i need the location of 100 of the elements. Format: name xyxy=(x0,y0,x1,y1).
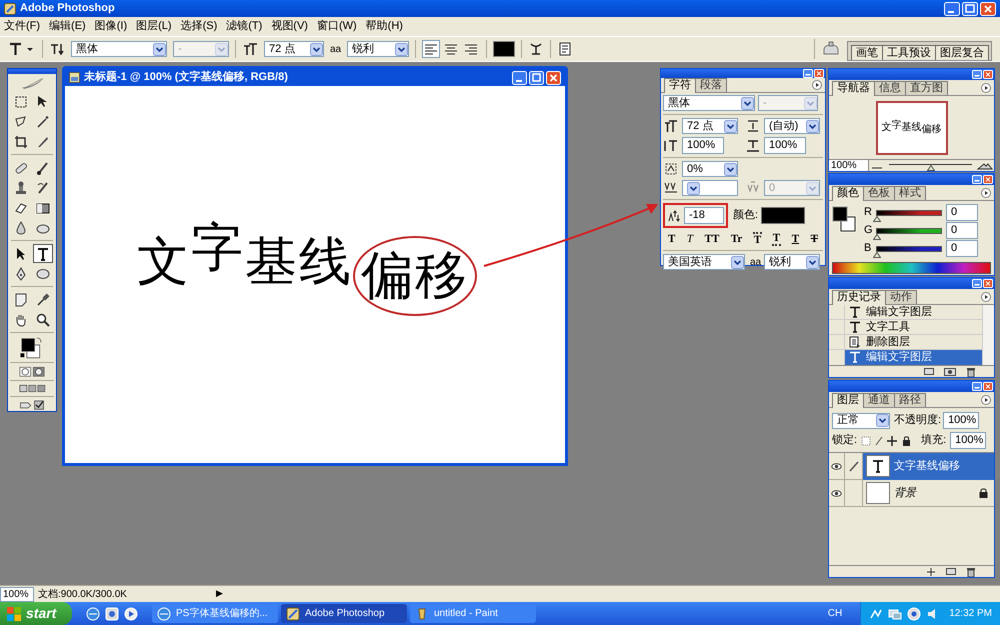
font-dropdown[interactable]: 黑体 xyxy=(663,95,755,111)
close-icon[interactable] xyxy=(983,382,993,391)
leading-dropdown[interactable]: (自动) xyxy=(764,118,820,134)
eye-icon[interactable] xyxy=(829,452,845,480)
taskbar-button[interactable]: untitled - Paint xyxy=(410,604,536,623)
text-style-button[interactable]: Tr xyxy=(730,233,744,245)
text-style-button[interactable]: TT xyxy=(704,233,720,245)
panel-menu-icon[interactable] xyxy=(981,395,991,405)
layer-row[interactable]: 背景 xyxy=(863,480,994,506)
panel-tab[interactable]: 直方图 xyxy=(905,81,948,95)
display-icon[interactable] xyxy=(888,606,902,620)
minimize-icon[interactable] xyxy=(972,175,982,184)
minimize-icon[interactable] xyxy=(972,279,982,288)
snapshot-icon[interactable] xyxy=(944,367,956,376)
panel-tab[interactable]: 信息 xyxy=(874,81,906,95)
kerning-dropdown[interactable] xyxy=(682,180,738,196)
panel-tab[interactable]: 段落 xyxy=(695,78,727,92)
zoom-field[interactable]: 100% xyxy=(0,586,34,602)
taskbar-button[interactable]: PS字体基线偏移的... xyxy=(152,604,278,623)
panel-tab[interactable]: 路径 xyxy=(894,393,926,407)
menu-item[interactable]: 窗口(W) xyxy=(316,18,357,35)
text-style-button[interactable]: T xyxy=(752,232,762,246)
panel-tab[interactable]: 导航器 xyxy=(832,81,875,96)
orientation-icon[interactable] xyxy=(49,41,65,57)
size-dropdown[interactable]: 72 点 xyxy=(264,41,324,57)
panel-menu-icon[interactable] xyxy=(812,80,822,90)
horizontal-scale-field[interactable]: 100% xyxy=(764,137,806,154)
panel-menu-icon[interactable] xyxy=(981,188,991,198)
antialias-dropdown[interactable]: 锐利 xyxy=(347,41,410,57)
baseline-shift-field[interactable]: -18 xyxy=(684,207,724,224)
color-spectrum[interactable] xyxy=(832,262,991,274)
eye-icon[interactable] xyxy=(829,480,845,506)
menu-item[interactable]: 滤镜(T) xyxy=(226,18,262,35)
zoom-in-icon[interactable] xyxy=(976,160,994,170)
menu-item[interactable]: 图层(L) xyxy=(136,18,172,35)
text-style-button[interactable]: T xyxy=(772,232,782,246)
new-group-icon[interactable] xyxy=(926,566,936,576)
history-item[interactable]: 文字工具 xyxy=(845,320,982,334)
history-item[interactable]: 删除图层 xyxy=(845,334,982,350)
text-color-swatch[interactable] xyxy=(493,41,516,57)
warp-text-icon[interactable] xyxy=(528,41,544,57)
panel-menu-icon[interactable] xyxy=(981,83,991,93)
new-document-icon[interactable] xyxy=(924,367,934,376)
history-item[interactable]: 编辑文字图层 xyxy=(845,304,982,320)
close-icon[interactable] xyxy=(546,70,561,84)
slider-thumb[interactable] xyxy=(926,164,934,170)
language-indicator[interactable]: CH xyxy=(828,606,842,621)
lock-options-icon[interactable] xyxy=(861,436,912,446)
opacity-field[interactable]: 100% xyxy=(943,412,980,429)
language-dropdown[interactable]: 美国英语 xyxy=(663,254,745,270)
panel-tab[interactable]: 动作 xyxy=(885,290,917,304)
zoom-field[interactable]: 100% xyxy=(829,160,869,171)
close-icon[interactable] xyxy=(814,69,824,78)
menu-item[interactable]: 图像(I) xyxy=(94,18,128,35)
browser-icon[interactable] xyxy=(86,606,100,620)
panel-tab[interactable]: 颜色 xyxy=(832,186,864,201)
panel-tab[interactable]: 色板 xyxy=(863,186,895,200)
scrollbar[interactable] xyxy=(982,305,994,365)
minimize-icon[interactable] xyxy=(972,70,982,79)
panel-tab[interactable]: 样式 xyxy=(894,186,926,200)
text-style-button[interactable]: T xyxy=(686,233,694,245)
channel-value-field[interactable]: 0 xyxy=(946,240,978,257)
close-icon[interactable] xyxy=(983,70,993,79)
vertical-scale-field[interactable]: 100% xyxy=(682,137,724,154)
maximize-icon[interactable] xyxy=(529,70,544,84)
panel-tab[interactable]: 字符 xyxy=(664,78,696,93)
close-icon[interactable] xyxy=(983,175,993,184)
menu-item[interactable]: 文件(F) xyxy=(4,18,40,35)
close-icon[interactable] xyxy=(980,2,996,16)
new-layer-icon[interactable] xyxy=(946,567,956,576)
text-style-button[interactable]: T xyxy=(810,233,819,245)
text-style-button[interactable]: T xyxy=(790,233,800,245)
menu-item[interactable]: 编辑(E) xyxy=(49,18,86,35)
slider-thumb[interactable] xyxy=(873,216,881,222)
font-dropdown[interactable]: 黑体 xyxy=(71,41,167,57)
palette-tab[interactable]: 画笔 xyxy=(851,45,883,60)
player-icon[interactable] xyxy=(124,606,138,620)
tool-button[interactable] xyxy=(33,244,53,264)
text-color-swatch[interactable] xyxy=(761,207,806,224)
taskbar-button[interactable]: Adobe Photoshop xyxy=(281,604,407,623)
blend-mode-dropdown[interactable]: 正常 xyxy=(832,412,890,428)
size-dropdown[interactable]: 72 点 xyxy=(682,118,738,134)
panel-tab[interactable]: 通道 xyxy=(863,393,895,407)
minimize-icon[interactable] xyxy=(512,70,527,84)
minimize-icon[interactable] xyxy=(944,2,960,16)
channel-value-field[interactable]: 0 xyxy=(946,222,978,239)
palette-tab[interactable]: 工具预设 xyxy=(882,45,936,60)
tsume-dropdown[interactable]: 0% xyxy=(682,161,738,177)
fill-field[interactable]: 100% xyxy=(950,432,986,449)
maximize-icon[interactable] xyxy=(962,2,978,16)
history-item[interactable]: 编辑文字图层 xyxy=(845,350,982,364)
layer-row[interactable]: 文字基线偏移 xyxy=(863,452,994,480)
channel-value-field[interactable]: 0 xyxy=(946,204,978,221)
slider-thumb[interactable] xyxy=(873,252,881,258)
minimize-icon[interactable] xyxy=(972,382,982,391)
menu-item[interactable]: 帮助(H) xyxy=(366,18,403,35)
status-menu-button[interactable]: ▶ xyxy=(212,587,227,601)
security-icon[interactable] xyxy=(907,606,922,620)
align-left-button[interactable] xyxy=(422,40,440,58)
close-icon[interactable] xyxy=(983,279,993,288)
